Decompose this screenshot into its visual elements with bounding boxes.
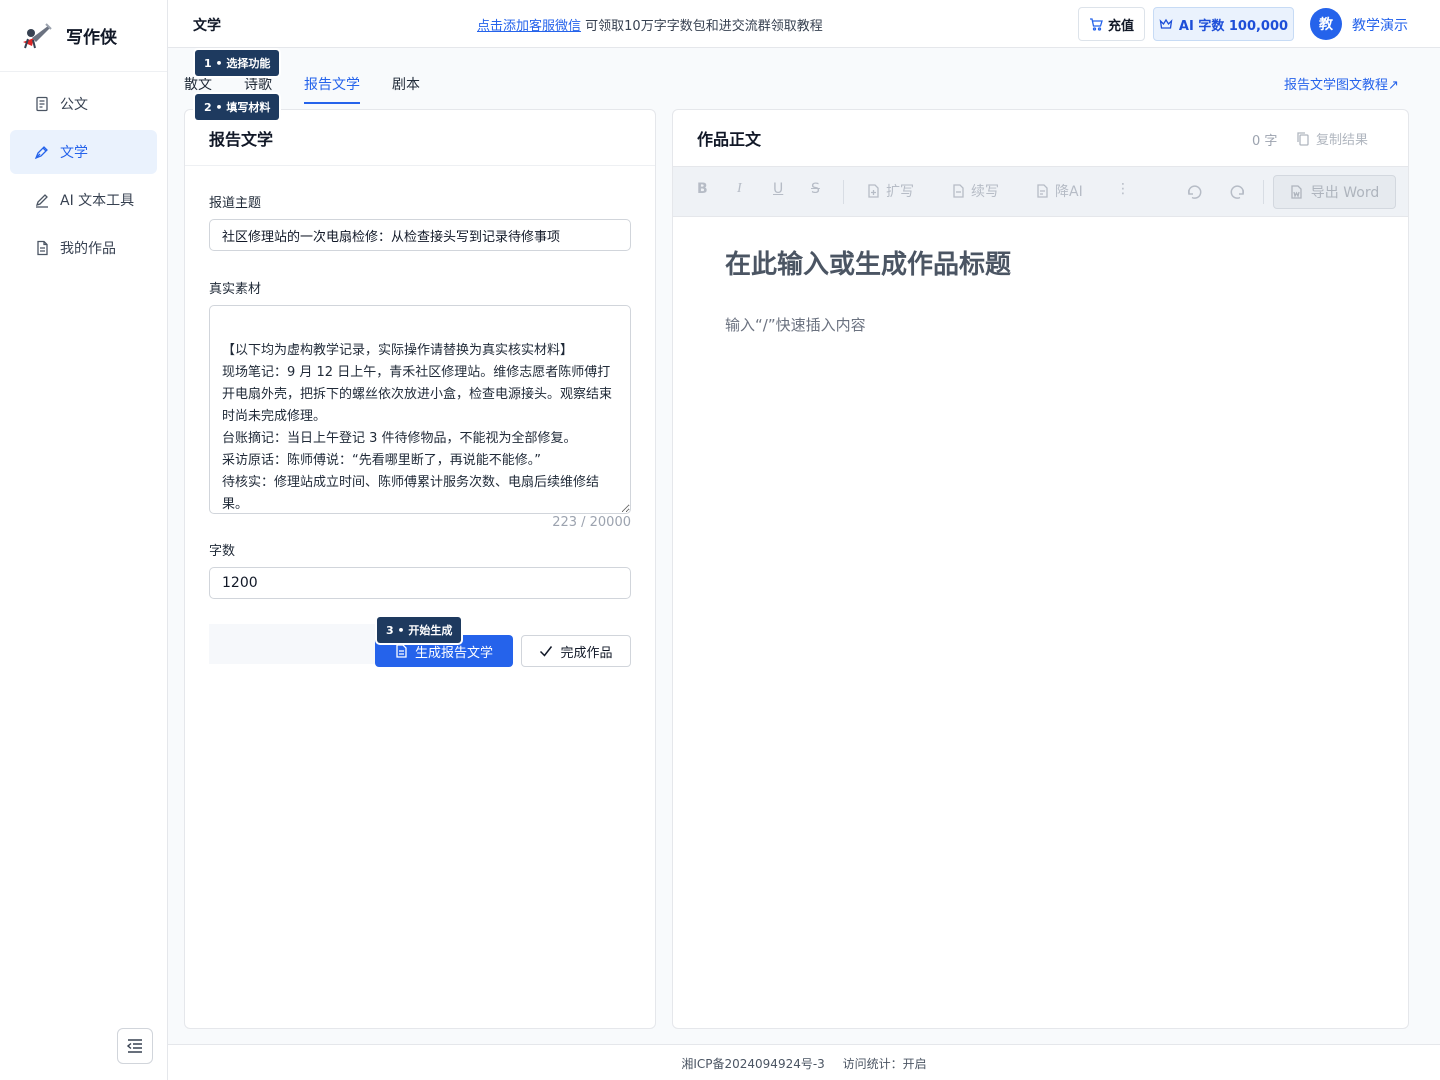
icp-link[interactable]: 湘ICP备2024094924号-3 bbox=[681, 1057, 824, 1071]
undo-button[interactable] bbox=[1185, 182, 1203, 200]
material-counter: 223 / 20000 bbox=[552, 515, 631, 530]
username[interactable]: 教学演示 bbox=[1352, 15, 1408, 35]
step-badge-fill: 2 • 填写材料 bbox=[195, 94, 280, 120]
sidebar-nav: 公文 文学 AI 文本工具 我的作品 bbox=[0, 72, 167, 284]
material-text: 【以下均为虚构教学记录，实际操作请替换为真实核实材料】 现场笔记：9 月 12 … bbox=[222, 343, 613, 512]
crown-icon bbox=[1159, 17, 1173, 31]
footer: 湘ICP备2024094924号-3 访问统计：开启 bbox=[168, 1044, 1440, 1080]
strikethrough-button[interactable]: S bbox=[811, 181, 820, 197]
expand-button[interactable]: 扩写 bbox=[867, 181, 914, 201]
sidebar-item-label: 公文 bbox=[60, 97, 88, 113]
action-bar bbox=[209, 624, 379, 664]
pen-nib-icon bbox=[34, 144, 50, 160]
sidebar-item-ai-tools[interactable]: AI 文本工具 bbox=[10, 178, 157, 222]
document-icon bbox=[34, 96, 50, 112]
tutorial-link[interactable]: 报告文学图文教程↗ bbox=[1284, 74, 1399, 93]
copy-label: 复制结果 bbox=[1316, 133, 1369, 148]
reduce-ai-button[interactable]: 降AI bbox=[1036, 181, 1083, 201]
finish-button[interactable]: 完成作品 bbox=[521, 635, 631, 667]
brand[interactable]: 写作侠 bbox=[0, 0, 167, 72]
copy-result-button[interactable]: 复制结果 bbox=[1297, 129, 1368, 148]
ai-words-button[interactable]: AI 字数 100,000 bbox=[1153, 7, 1294, 41]
sidebar: 写作侠 公文 文学 AI 文本工具 我的作品 bbox=[0, 0, 168, 1080]
material-textarea[interactable]: 【以下均为虚构教学记录，实际操作请替换为真实核实材料】 现场笔记：9 月 12 … bbox=[209, 305, 631, 514]
sidebar-item-label: AI 文本工具 bbox=[60, 193, 135, 209]
visit-stats: 访问统计：开启 bbox=[842, 1057, 927, 1071]
brand-name: 写作侠 bbox=[66, 28, 117, 48]
wordcount-input[interactable] bbox=[209, 567, 631, 599]
continue-button[interactable]: 续写 bbox=[952, 181, 999, 201]
editor-panel: 作品正文 0 字 复制结果 B I U S 扩写 续写 降AI ⋮ 导出 Wor… bbox=[672, 109, 1409, 1029]
doc-title-placeholder[interactable]: 在此输入或生成作品标题 bbox=[725, 244, 1011, 281]
step-badge-generate: 3 • 开始生成 bbox=[377, 617, 462, 643]
continue-label: 续写 bbox=[971, 184, 999, 200]
sidebar-item-gongwen[interactable]: 公文 bbox=[10, 82, 157, 126]
cart-icon bbox=[1089, 17, 1103, 31]
file-icon bbox=[34, 240, 50, 256]
sidebar-item-label: 文学 bbox=[60, 145, 88, 161]
input-panel: 报告文学 报道主题 真实素材 【以下均为虚构教学记录，实际操作请替换为真实核实材… bbox=[184, 109, 656, 1029]
check-icon bbox=[539, 645, 553, 657]
redo-icon bbox=[1229, 182, 1247, 200]
topic-label: 报道主题 bbox=[209, 196, 262, 211]
editor-panel-title: 作品正文 bbox=[697, 130, 762, 149]
pencil-icon bbox=[34, 192, 50, 208]
toolbar-divider bbox=[843, 180, 844, 204]
document-icon bbox=[395, 644, 408, 658]
export-label: 导出 Word bbox=[1310, 185, 1380, 201]
redo-button[interactable] bbox=[1229, 182, 1247, 200]
avatar[interactable]: 教 bbox=[1310, 8, 1342, 40]
step-badge-select: 1 • 选择功能 bbox=[195, 50, 280, 76]
recharge-label: 充值 bbox=[1107, 18, 1134, 34]
doc-body-placeholder[interactable]: 输入“/”快速插入内容 bbox=[725, 314, 866, 335]
continue-doc-icon bbox=[952, 184, 965, 198]
sidebar-item-wenxue[interactable]: 文学 bbox=[10, 130, 157, 174]
notice-text: 可领取10万字字数包和进交流群领取教程 bbox=[585, 19, 823, 34]
expand-label: 扩写 bbox=[886, 184, 914, 200]
italic-button[interactable]: I bbox=[737, 181, 742, 197]
ai-words-label: AI 字数 100,000 bbox=[1178, 18, 1289, 34]
finish-label: 完成作品 bbox=[560, 644, 613, 660]
copy-icon bbox=[1297, 131, 1309, 146]
editor-header: 作品正文 0 字 复制结果 bbox=[673, 110, 1408, 166]
export-word-button[interactable]: 导出 Word bbox=[1273, 175, 1396, 209]
tab-juben[interactable]: 剧本 bbox=[392, 74, 420, 104]
bold-button[interactable]: B bbox=[697, 181, 708, 197]
sidebar-item-label: 我的作品 bbox=[60, 241, 116, 257]
wordcount-label: 字数 bbox=[209, 544, 236, 559]
reduce-ai-label: 降AI bbox=[1055, 184, 1083, 200]
undo-icon bbox=[1185, 182, 1203, 200]
material-label: 真实素材 bbox=[209, 282, 262, 297]
editor-toolbar: B I U S 扩写 续写 降AI ⋮ 导出 Word bbox=[673, 166, 1408, 217]
editor-word-count: 0 字 bbox=[1252, 134, 1278, 149]
reduce-ai-icon bbox=[1036, 184, 1049, 198]
page-title: 文学 bbox=[193, 18, 221, 34]
collapse-sidebar-button[interactable] bbox=[117, 1028, 153, 1064]
tab-baogao-wenxue[interactable]: 报告文学 bbox=[304, 74, 360, 104]
topbar: 文学 点击添加客服微信 可领取10万字字数包和进交流群领取教程 充值 AI 字数… bbox=[168, 0, 1440, 48]
toolbar-divider bbox=[1263, 180, 1264, 204]
logo-icon bbox=[20, 22, 52, 50]
topic-input[interactable] bbox=[209, 219, 631, 251]
add-wechat-link[interactable]: 点击添加客服微信 bbox=[477, 19, 581, 34]
menu-fold-icon bbox=[126, 1038, 144, 1054]
notice-banner: 点击添加客服微信 可领取10万字字数包和进交流群领取教程 bbox=[477, 15, 823, 34]
word-doc-icon bbox=[1290, 185, 1303, 199]
sidebar-item-my-works[interactable]: 我的作品 bbox=[10, 226, 157, 270]
generate-label: 生成报告文学 bbox=[414, 644, 493, 660]
more-button[interactable]: ⋮ bbox=[1116, 181, 1130, 197]
underline-button[interactable]: U bbox=[773, 181, 783, 197]
recharge-button[interactable]: 充值 bbox=[1078, 7, 1145, 41]
expand-doc-icon bbox=[867, 184, 880, 198]
